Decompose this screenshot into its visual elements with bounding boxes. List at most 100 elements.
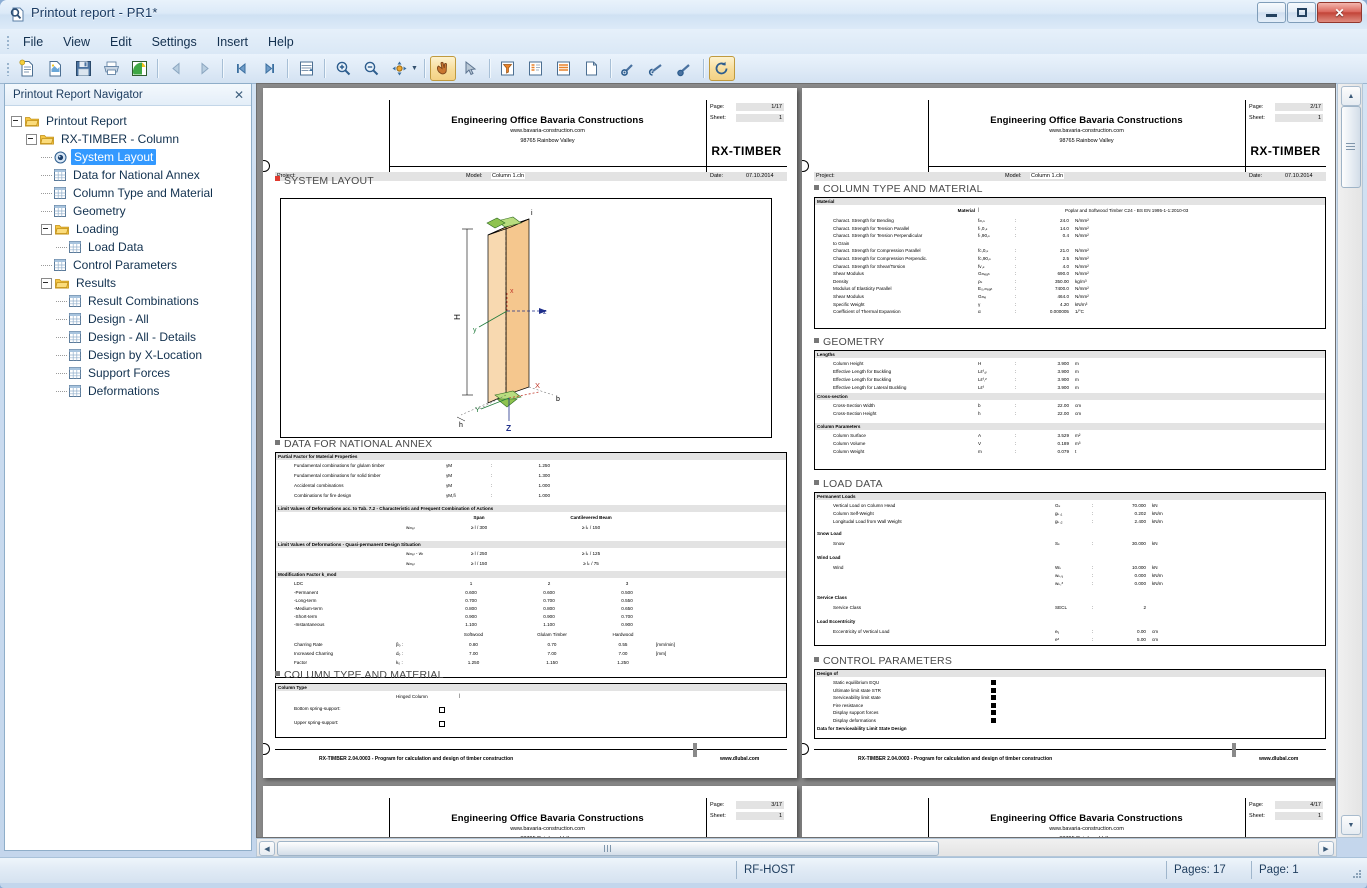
- checkbox-checked[interactable]: [991, 702, 996, 708]
- zoom-out-icon[interactable]: [358, 56, 384, 81]
- checkbox-checked[interactable]: [991, 687, 996, 693]
- section-marker: [814, 657, 819, 662]
- open-report-icon[interactable]: [42, 56, 68, 81]
- lock-icon[interactable]: [672, 56, 698, 81]
- checkbox-checked[interactable]: [991, 680, 996, 685]
- restore-button[interactable]: [1287, 2, 1316, 23]
- report-page-4[interactable]: Engineering Office Bavaria Constructions…: [802, 786, 1335, 837]
- tree-item-design-by-x-location[interactable]: Design by X-Location: [11, 346, 251, 364]
- resize-grip[interactable]: [1351, 868, 1363, 880]
- scroll-left-icon[interactable]: ◀: [259, 841, 275, 856]
- horizontal-scroll-thumb[interactable]: [277, 841, 939, 856]
- tree-item-design-all[interactable]: Design - All: [11, 310, 251, 328]
- folder-icon: [25, 115, 39, 127]
- menu-item-settings[interactable]: Settings: [142, 32, 207, 52]
- menu-item-help[interactable]: Help: [258, 32, 304, 52]
- table-cell-value: 22.00: [1057, 411, 1070, 416]
- tree-item-deformations[interactable]: Deformations: [11, 382, 251, 400]
- band-service-class: Service Class: [817, 595, 847, 600]
- table-cell-symbol: wₘₑₗ: [406, 525, 415, 530]
- table-row: Wind: [833, 565, 844, 570]
- menu-item-insert[interactable]: Insert: [207, 32, 258, 52]
- tree-item-label: Results: [76, 276, 117, 290]
- load-data-table[interactable]: Permanent Loads Vertical Load on Column …: [814, 492, 1326, 646]
- collapse-icon[interactable]: [26, 133, 37, 145]
- table-cell-unit: kN/m³: [1075, 301, 1088, 307]
- tree-item-loading[interactable]: Loading: [11, 220, 251, 238]
- tree-item-data-for-national-annex[interactable]: Data for National Annex: [11, 166, 251, 184]
- chevron-down-icon[interactable]: ▼: [411, 65, 418, 72]
- tree-item-load-data[interactable]: Load Data: [11, 238, 251, 256]
- tree-item-rx-timber-column[interactable]: RX-TIMBER - Column: [11, 130, 251, 148]
- table-cell-colon: :: [1015, 309, 1017, 315]
- table-row: Fire resistance: [833, 702, 864, 708]
- system-layout-figure[interactable]: H x y z X Y Z h b i: [280, 198, 772, 438]
- unlock-icon[interactable]: [644, 56, 670, 81]
- tree-item-geometry[interactable]: Geometry: [11, 202, 251, 220]
- minimize-button[interactable]: [1257, 2, 1286, 23]
- previous-page-icon[interactable]: [163, 56, 189, 81]
- tree-item-design-all-details[interactable]: Design - All - Details: [11, 328, 251, 346]
- checkbox[interactable]: [439, 706, 445, 713]
- table-cell-value: 0.900: [543, 614, 555, 619]
- scroll-right-icon[interactable]: ▶: [1318, 841, 1334, 856]
- tree-item-printout-report[interactable]: Printout Report: [11, 112, 251, 130]
- menu-item-view[interactable]: View: [53, 32, 100, 52]
- close-icon[interactable]: ✕: [231, 88, 247, 102]
- report-page-2[interactable]: Engineering Office Bavaria Constructions…: [802, 88, 1335, 778]
- scroll-up-icon[interactable]: ▲: [1341, 86, 1361, 106]
- checkbox[interactable]: [439, 720, 445, 727]
- save-icon[interactable]: [70, 56, 96, 81]
- column-type-table[interactable]: Column Type Hinged Column | Bottom sprin…: [275, 683, 787, 738]
- new-report-icon[interactable]: [14, 56, 40, 81]
- print-icon[interactable]: [98, 56, 124, 81]
- tree-item-results[interactable]: Results: [11, 274, 251, 292]
- insert-table-icon[interactable]: [551, 56, 577, 81]
- last-page-icon[interactable]: [256, 56, 282, 81]
- tree-item-result-combinations[interactable]: Result Combinations: [11, 292, 251, 310]
- control-parameters-table[interactable]: Design of Static equilibrium EQU Ultimate…: [814, 669, 1326, 739]
- national-annex-table[interactable]: Partial Factor for Material Properties F…: [275, 452, 787, 640]
- page-setup-icon[interactable]: [293, 56, 319, 81]
- zoom-in-icon[interactable]: [330, 56, 356, 81]
- filter-icon[interactable]: [495, 56, 521, 81]
- checkbox-checked[interactable]: [991, 710, 996, 716]
- checkbox-checked[interactable]: [991, 695, 996, 701]
- material-table[interactable]: Material Material | Poplar and Softwood …: [814, 197, 1326, 329]
- tree-item-column-type-and-material[interactable]: Column Type and Material: [11, 184, 251, 202]
- geometry-table[interactable]: Lengths Column Height H: 3.900 m Effective L…: [814, 350, 1326, 470]
- link-icon[interactable]: [616, 56, 642, 81]
- checkbox-checked[interactable]: [991, 718, 996, 723]
- menu-item-file[interactable]: File: [13, 32, 53, 52]
- toolbar-grip-handle[interactable]: [4, 60, 13, 78]
- binding-mark: [802, 160, 809, 172]
- vertical-scrollbar[interactable]: ▲ ▼: [1337, 83, 1363, 838]
- collapse-icon[interactable]: [41, 223, 52, 235]
- pan-fit-icon[interactable]: [386, 56, 412, 81]
- document-preview-area[interactable]: Engineering Office Bavaria Constructions…: [256, 83, 1336, 838]
- next-page-icon[interactable]: [191, 56, 217, 81]
- print-preview-icon[interactable]: [126, 56, 152, 81]
- select-tool-icon[interactable]: [458, 56, 484, 81]
- tree-item-control-parameters[interactable]: Control Parameters: [11, 256, 251, 274]
- tree-item-support-forces[interactable]: Support Forces: [11, 364, 251, 382]
- hand-tool-icon[interactable]: [429, 56, 456, 81]
- first-page-icon[interactable]: [228, 56, 254, 81]
- table-cell-symbol: wₖ,ᶻ: [1055, 581, 1064, 586]
- report-page-1[interactable]: Engineering Office Bavaria Constructions…: [263, 88, 797, 778]
- vertical-scroll-thumb[interactable]: [1341, 106, 1361, 188]
- insert-page-icon[interactable]: [579, 56, 605, 81]
- report-page-3[interactable]: Engineering Office Bavaria Constructions…: [263, 786, 797, 837]
- collapse-icon[interactable]: [11, 115, 22, 127]
- horizontal-scrollbar[interactable]: ◀ ▶: [256, 838, 1337, 857]
- section-marker: [814, 185, 819, 190]
- close-button[interactable]: ✕: [1317, 2, 1362, 23]
- refresh-icon[interactable]: [708, 56, 735, 81]
- insert-text-icon[interactable]: [523, 56, 549, 81]
- collapse-icon[interactable]: [41, 277, 52, 289]
- menu-grip-handle[interactable]: [4, 33, 13, 51]
- tree-item-system-layout[interactable]: System Layout: [11, 148, 251, 166]
- scroll-down-icon[interactable]: ▼: [1341, 815, 1361, 835]
- table-cell-colon: :: [1092, 573, 1094, 578]
- menu-item-edit[interactable]: Edit: [100, 32, 142, 52]
